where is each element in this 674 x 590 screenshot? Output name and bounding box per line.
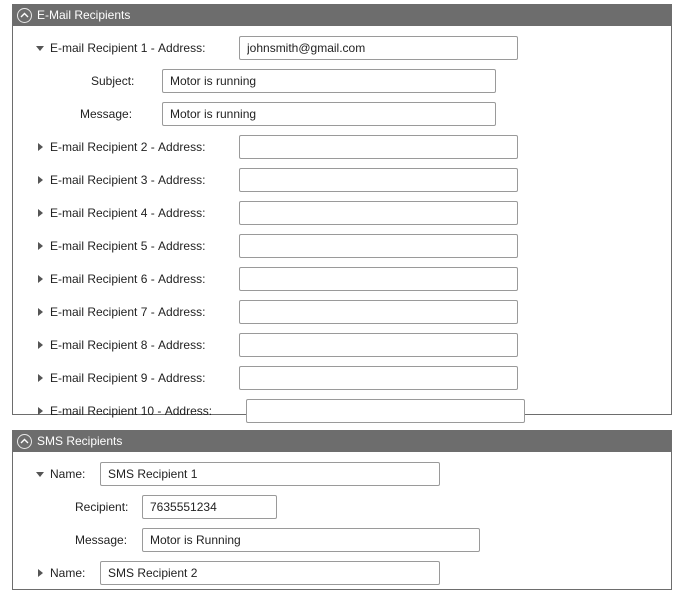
email-recipient-label: E-mail Recipient 3 <box>50 173 148 187</box>
caret-right-icon[interactable] <box>33 242 47 250</box>
address-label: Address: <box>158 173 206 187</box>
email-recipient-row: E-mail Recipient 4 - Address: <box>33 201 205 225</box>
sms-recipient-1-row: Name: <box>33 462 85 486</box>
sms-recipient-1-name-input[interactable] <box>100 462 440 486</box>
label-separator: - <box>147 305 159 319</box>
label-separator: - <box>154 404 165 418</box>
email-recipient-row: E-mail Recipient 9 - Address: <box>33 366 205 390</box>
sms-recipient-1-message-input[interactable] <box>142 528 480 552</box>
label-separator: - <box>147 272 159 286</box>
email-recipient-row: E-mail Recipient 3 - Address: <box>33 168 205 192</box>
email-recipient-address-input[interactable] <box>239 300 518 324</box>
email-panel-title: E-Mail Recipients <box>37 8 131 22</box>
sms-recipient-1-recipient-row: Recipient: <box>75 495 128 519</box>
email-recipient-label: E-mail Recipient 5 <box>50 239 148 253</box>
email-recipient-label: E-mail Recipient 10 <box>50 404 155 418</box>
sms-panel-title: SMS Recipients <box>37 434 123 448</box>
address-label: Address: <box>158 371 206 385</box>
name-label: Name: <box>50 467 86 481</box>
address-label: Address: <box>158 206 206 220</box>
address-label: Address: <box>164 404 213 418</box>
email-recipient-label: E-mail Recipient 9 <box>50 371 148 385</box>
label-separator: - <box>147 140 159 154</box>
email-recipient-address-input[interactable] <box>239 201 518 225</box>
label-separator: - <box>147 173 159 187</box>
email-recipient-address-input[interactable] <box>239 234 518 258</box>
caret-right-icon[interactable] <box>33 143 47 151</box>
caret-right-icon[interactable] <box>33 569 47 577</box>
caret-right-icon[interactable] <box>33 308 47 316</box>
email-recipient-address-input[interactable] <box>239 267 518 291</box>
label-separator: - <box>147 338 159 352</box>
email-recipient-address-input[interactable] <box>246 399 525 423</box>
email-recipient-address-input[interactable] <box>239 366 518 390</box>
caret-down-icon[interactable] <box>33 471 47 477</box>
email-recipient-1-message-input[interactable] <box>162 102 496 126</box>
caret-right-icon[interactable] <box>33 374 47 382</box>
caret-right-icon[interactable] <box>33 275 47 283</box>
address-label: Address: <box>158 140 206 154</box>
sms-recipient-1-phone-input[interactable] <box>142 495 277 519</box>
address-label: Address: <box>158 305 206 319</box>
chevron-up-circle-icon[interactable] <box>17 433 32 449</box>
caret-right-icon[interactable] <box>33 209 47 217</box>
email-recipient-row: E-mail Recipient 2 - Address: <box>33 135 205 159</box>
label-separator: - <box>147 371 159 385</box>
name-label: Name: <box>50 566 86 580</box>
email-recipient-row: E-mail Recipient 7 - Address: <box>33 300 205 324</box>
address-label: Address: <box>158 41 206 55</box>
email-recipients-panel: E-Mail Recipients E-mail Recipient 1 - A… <box>12 4 672 423</box>
sms-recipient-2-name-input[interactable] <box>100 561 440 585</box>
email-recipient-address-input[interactable] <box>239 168 518 192</box>
chevron-up-circle-icon[interactable] <box>17 7 32 23</box>
sms-recipients-panel: SMS Recipients Name: Recipient: Message:… <box>12 430 672 590</box>
address-label: Address: <box>158 239 206 253</box>
email-recipient-label: E-mail Recipient 4 <box>50 206 148 220</box>
email-recipient-label: E-mail Recipient 6 <box>50 272 148 286</box>
address-label: Address: <box>158 338 206 352</box>
email-recipient-address-input[interactable] <box>239 333 518 357</box>
address-label: Address: <box>158 272 206 286</box>
caret-down-icon[interactable] <box>33 45 47 51</box>
email-recipient-label: E-mail Recipient 7 <box>50 305 148 319</box>
caret-right-icon[interactable] <box>33 341 47 349</box>
sms-panel-header[interactable]: SMS Recipients <box>13 430 671 452</box>
email-recipient-1-subject-input[interactable] <box>162 69 496 93</box>
email-recipient-1-label: E-mail Recipient 1 <box>50 41 148 55</box>
sms-recipient-2-row: Name: <box>33 561 85 585</box>
caret-right-icon[interactable] <box>33 407 47 415</box>
email-panel-header[interactable]: E-Mail Recipients <box>13 4 671 26</box>
label-separator: - <box>147 206 159 220</box>
email-recipient-row: E-mail Recipient 5 - Address: <box>33 234 205 258</box>
sms-recipient-1-message-row: Message: <box>75 528 127 552</box>
email-recipient-label: E-mail Recipient 2 <box>50 140 148 154</box>
email-recipient-label: E-mail Recipient 8 <box>50 338 148 352</box>
email-recipient-row: E-mail Recipient 10 - Address: <box>33 399 212 423</box>
message-label: Message: <box>75 533 128 547</box>
caret-right-icon[interactable] <box>33 176 47 184</box>
recipient-label: Recipient: <box>75 500 129 514</box>
label-separator: - <box>147 239 159 253</box>
label-separator: - <box>147 41 159 55</box>
email-recipient-row: E-mail Recipient 8 - Address: <box>33 333 205 357</box>
email-recipient-address-input[interactable] <box>239 135 518 159</box>
email-recipient-1-address-input[interactable] <box>239 36 518 60</box>
email-recipient-row: E-mail Recipient 6 - Address: <box>33 267 205 291</box>
email-recipient-1-subject-row: Subject: <box>91 69 134 93</box>
email-recipient-1-row: E-mail Recipient 1 - Address: <box>33 36 205 60</box>
message-label: Message: <box>80 107 133 121</box>
subject-label: Subject: <box>91 74 135 88</box>
email-recipient-1-message-row: Message: <box>80 102 132 126</box>
